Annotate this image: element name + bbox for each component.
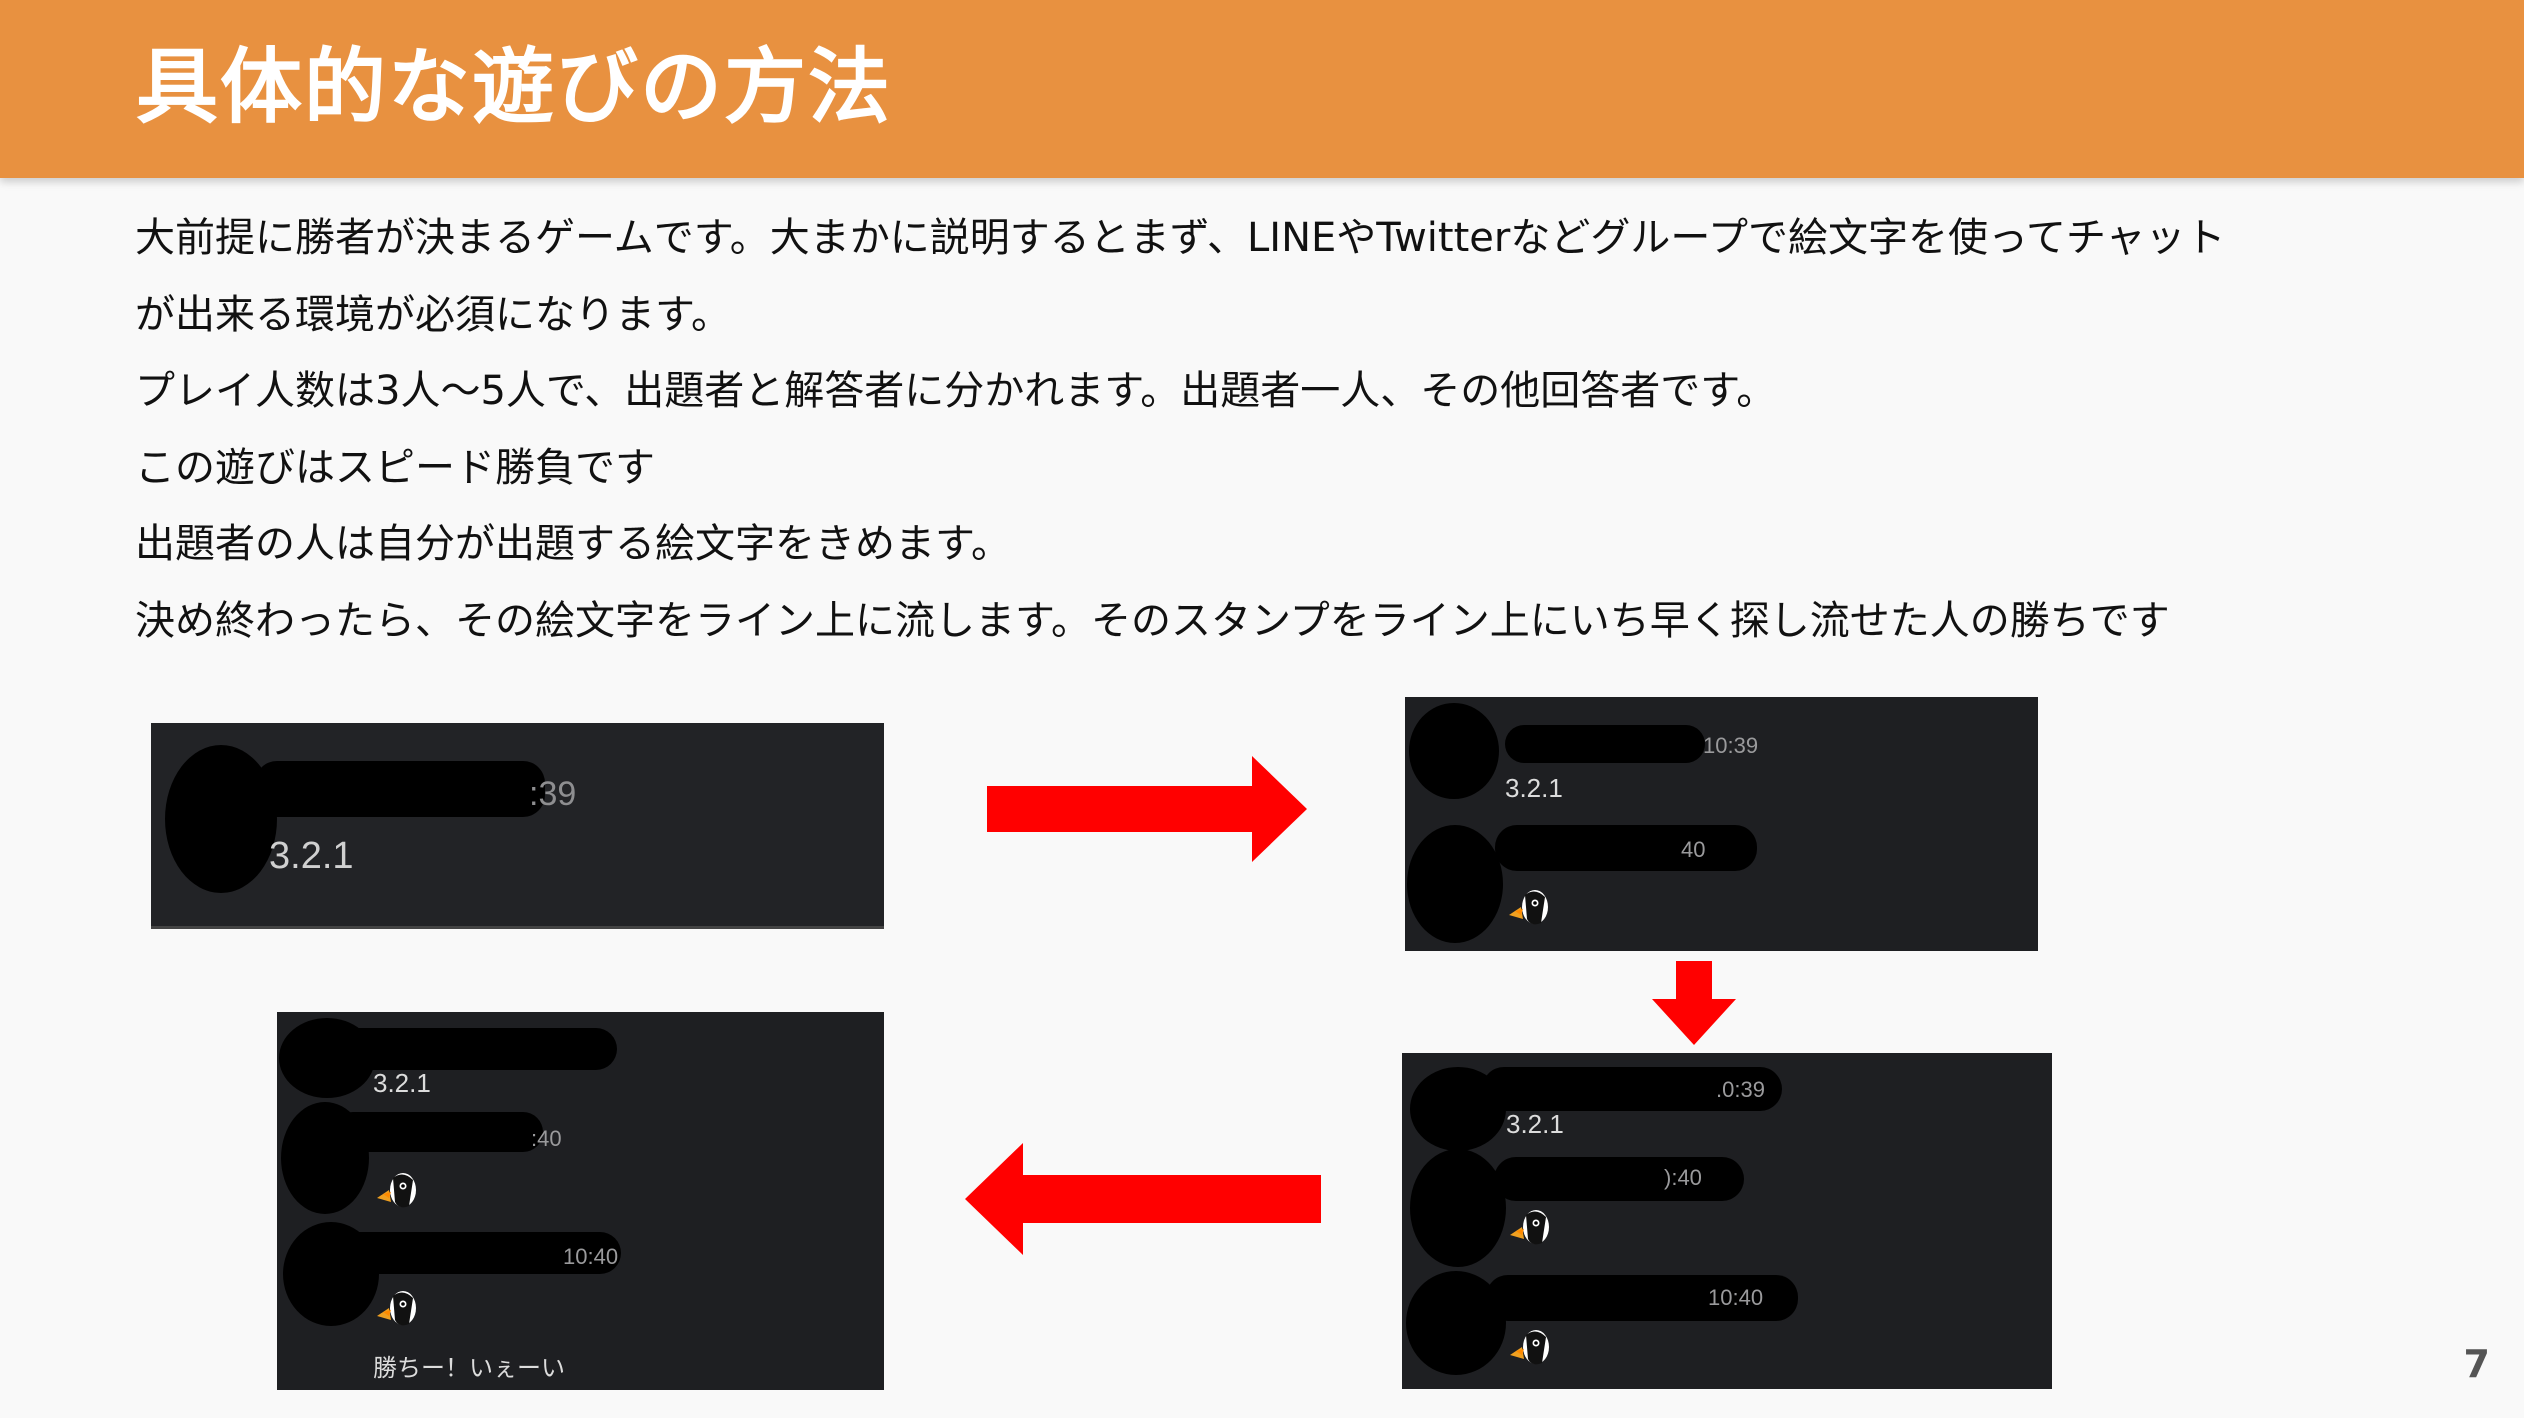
slide-title: 具体的な遊びの方法 [136,40,893,135]
page-number: 7 [2463,1342,2490,1386]
redacted-avatar [1410,1149,1506,1267]
win-message-text: 勝ちー！いぇーい [373,1355,565,1382]
bird-emoji-icon [1506,1325,1558,1369]
message-text: 3.2.1 [1505,773,1563,803]
body-line: 大前提に勝者が決まるゲームです。大まかに説明するとまず、LINEやTwitter… [135,215,2226,261]
redacted-username [1505,725,1705,763]
message-text: 3.2.1 [373,1068,431,1098]
body-line: が出来る環境が必須になります。 [135,291,731,338]
redacted-username [317,1028,617,1070]
message-time: 10:39 [1703,733,1759,758]
redacted-avatar [1409,703,1499,799]
redacted-username [1495,825,1757,871]
message-text: 3.2.1 [1506,1109,1564,1139]
arrow-left-icon [965,1143,1321,1255]
redacted-username [1494,1157,1744,1201]
message-time: 10:40 [1708,1285,1764,1310]
message-time: 40 [1681,837,1706,862]
chat-screenshot-step4: 3.2.1 :40 10:40 勝ちー！いぇーい [277,1012,884,1390]
bird-emoji-icon [373,1168,425,1212]
message-time: :39 [529,775,577,813]
body-line: この遊びはスピード勝負です [135,444,655,491]
message-time: :40 [531,1126,562,1151]
message-time: ):40 [1664,1165,1702,1190]
chat-screenshot-step2: 10:39 3.2.1 40 [1405,697,2038,951]
header-bar: 具体的な遊びの方法 [0,0,2524,178]
body-line: プレイ人数は3人〜5人で、出題者と解答者に分かれます。出題者一人、その他回答者で… [135,368,1777,414]
arrow-down-icon [1652,961,1736,1045]
body-text: 大前提に勝者が決まるゲームです。大まかに説明するとまず、LINEやTwitter… [135,200,2435,659]
chat-screenshot-step1: :39 3.2.1 [151,723,884,929]
redacted-username [333,1112,543,1152]
message-text: 3.2.1 [269,835,354,877]
body-line: 決め終わったら、その絵文字をライン上に流します。そのスタンプをライン上にいち早く… [135,597,2170,644]
arrow-right-icon [987,756,1307,862]
body-line: 出題者の人は自分が出題する絵文字をきめます。 [135,521,1011,567]
redacted-avatar [1407,825,1503,943]
bird-emoji-icon [373,1286,425,1330]
chat-screenshot-step3: .0:39 3.2.1 ):40 10:40 [1402,1053,2052,1389]
redacted-username [255,761,545,817]
message-time: .0:39 [1716,1077,1765,1102]
message-time: 10:40 [563,1244,619,1269]
bird-emoji-icon [1505,885,1557,929]
bird-emoji-icon [1506,1205,1558,1249]
